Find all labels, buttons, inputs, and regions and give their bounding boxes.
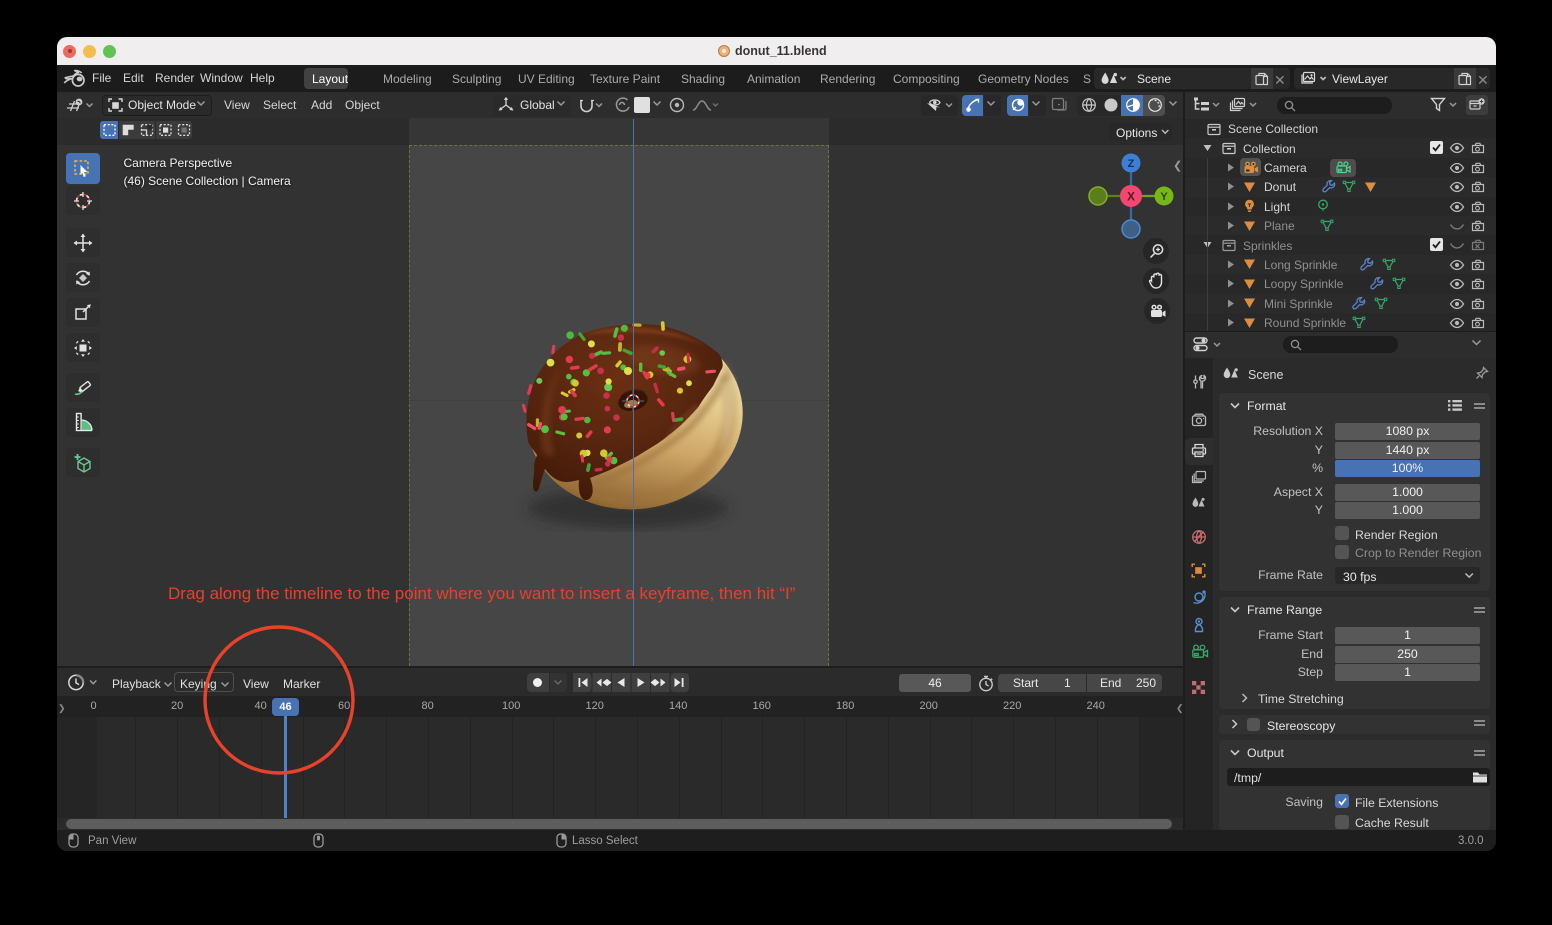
svg-text:X: X — [1127, 190, 1135, 204]
svg-text:Y: Y — [1160, 191, 1168, 203]
svg-text:Z: Z — [1128, 158, 1135, 170]
